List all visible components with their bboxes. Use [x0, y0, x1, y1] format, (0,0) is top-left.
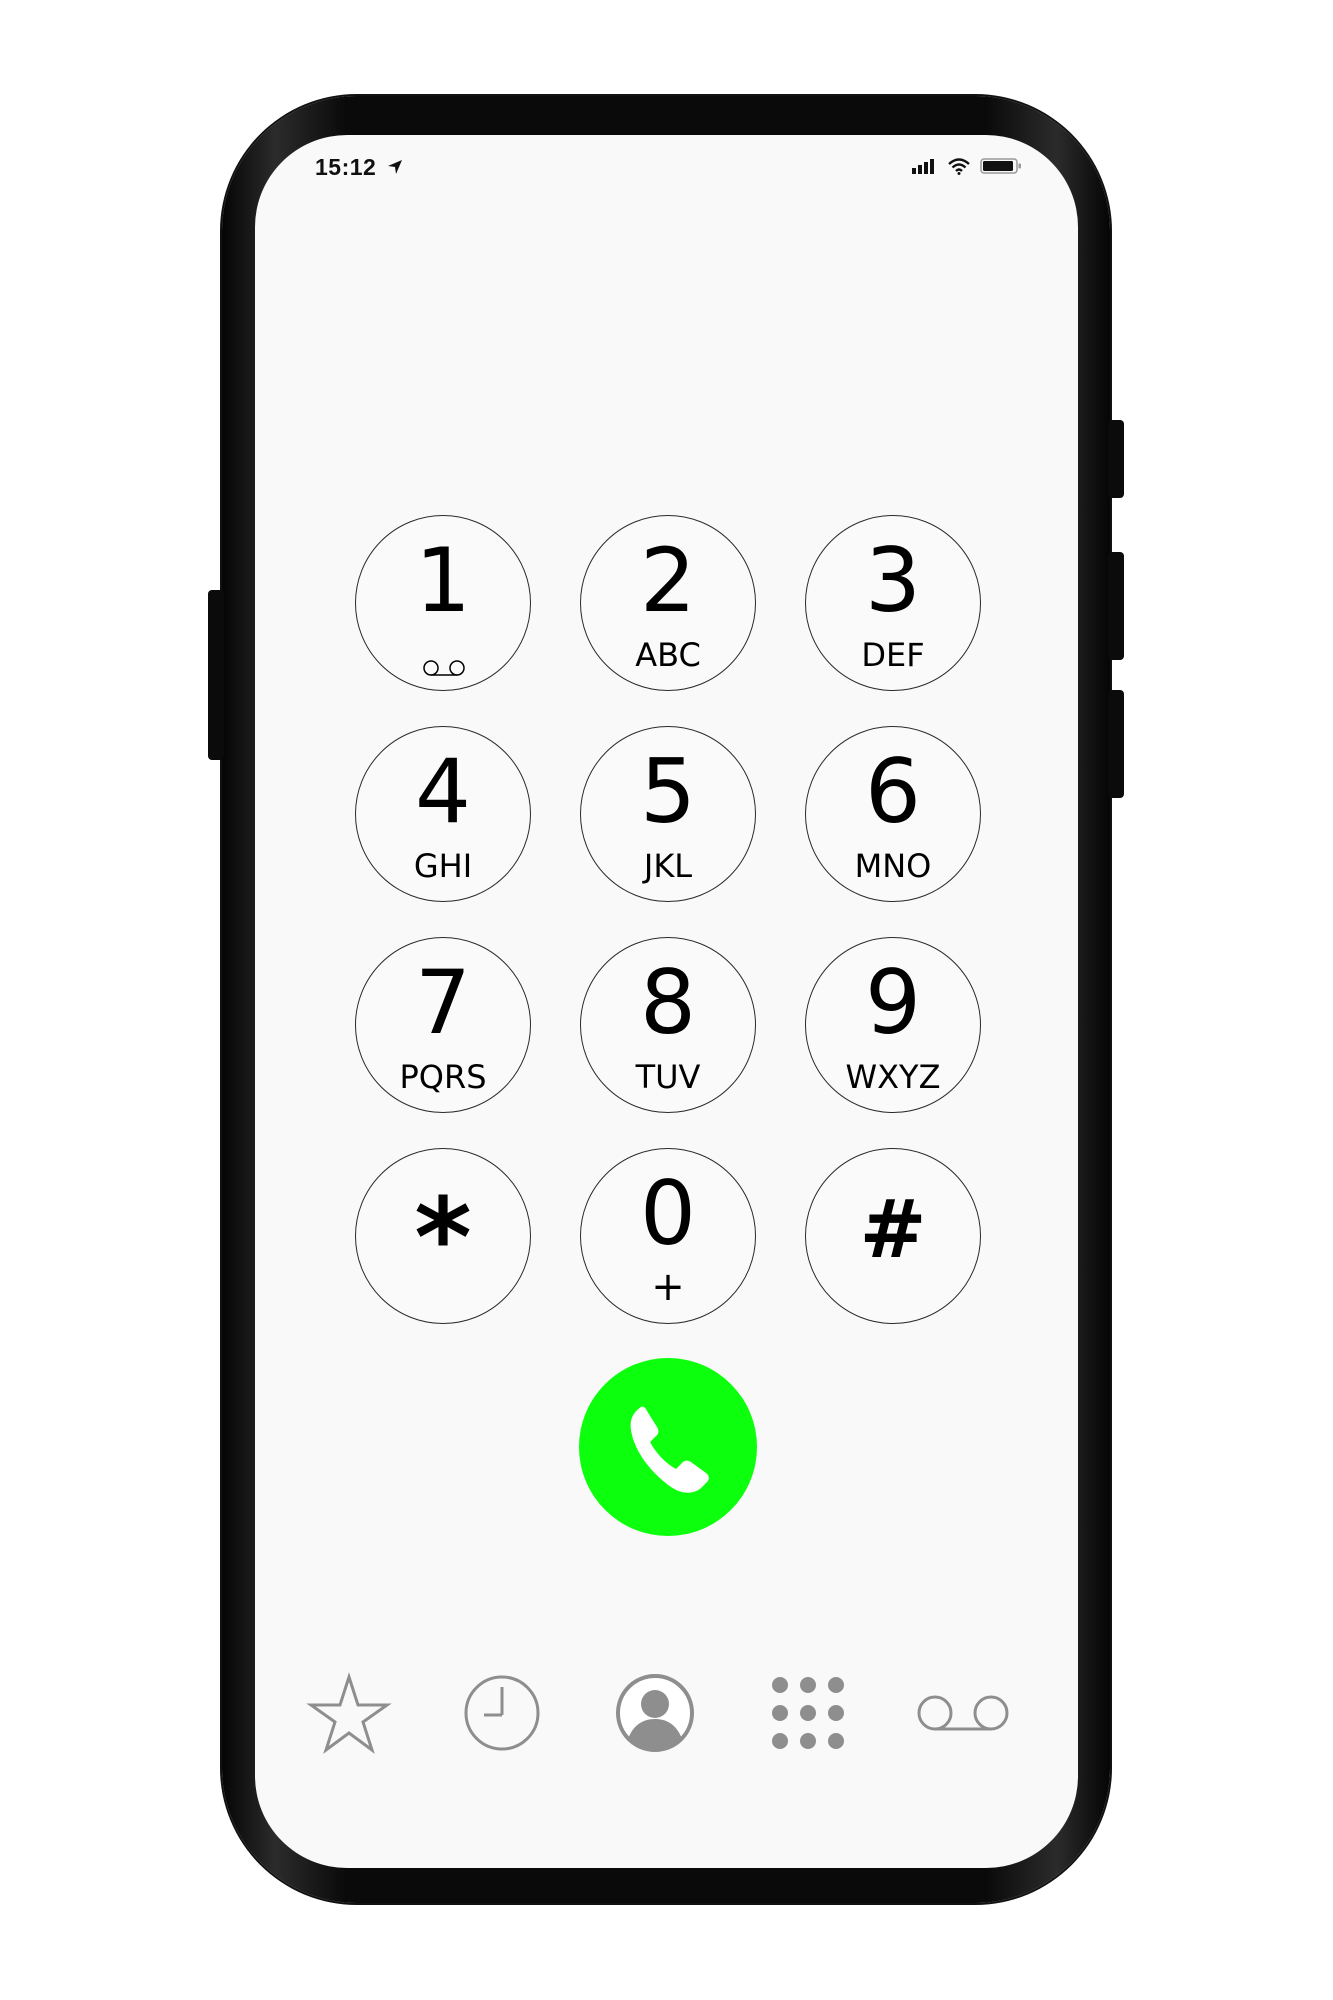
battery-icon: [980, 157, 1022, 180]
key-digit: 8: [640, 951, 696, 1054]
key-digit: 6: [865, 740, 921, 843]
key-letters: MNO: [854, 847, 932, 885]
person-icon: [616, 1674, 694, 1752]
key-letters: WXYZ: [845, 1058, 941, 1096]
key-digit: *: [414, 1174, 472, 1302]
status-time-text: 15:12: [315, 154, 377, 180]
key-digit: 0: [640, 1162, 696, 1265]
key-digit: 4: [415, 740, 471, 843]
key-letters: TUV: [635, 1058, 701, 1096]
key-digit: 2: [640, 529, 696, 632]
star-icon: [306, 1672, 392, 1754]
location-arrow-icon: [387, 159, 403, 180]
side-button-right-top: [1108, 420, 1124, 498]
key-letters: ABC: [635, 636, 701, 674]
tab-contacts[interactable]: [607, 1665, 703, 1761]
key-digit: 1: [415, 529, 471, 632]
key-hash[interactable]: #: [805, 1148, 981, 1324]
key-digit: 5: [640, 740, 696, 843]
voicemail-icon: [917, 1695, 1009, 1731]
tab-voicemail[interactable]: [913, 1665, 1013, 1761]
phone-screen: 15:12 1 2 ABC 3 DEF 4 GHI 5 JKL 6 MNO 7 …: [255, 135, 1078, 1868]
key-digit: 7: [415, 951, 471, 1054]
key-letters: DEF: [861, 636, 925, 674]
key-digit: 3: [865, 529, 921, 632]
tab-favorites[interactable]: [301, 1665, 397, 1761]
tab-keypad[interactable]: [760, 1665, 856, 1761]
side-button-left: [208, 590, 224, 760]
key-digit: #: [859, 1183, 927, 1276]
status-icons: [912, 157, 1022, 180]
key-letters: +: [651, 1264, 685, 1310]
key-7[interactable]: 7 PQRS: [355, 937, 531, 1113]
key-0[interactable]: 0 +: [580, 1148, 756, 1324]
keypad-icon: [772, 1677, 844, 1749]
key-letters: PQRS: [399, 1058, 487, 1096]
cellular-signal-icon: [912, 158, 938, 179]
key-letters: GHI: [413, 847, 473, 885]
tab-recents[interactable]: [454, 1665, 550, 1761]
side-button-right-low: [1108, 690, 1124, 798]
key-8[interactable]: 8 TUV: [580, 937, 756, 1113]
voicemail-icon: [422, 659, 466, 682]
key-digit: 9: [865, 951, 921, 1054]
key-star[interactable]: *: [355, 1148, 531, 1324]
key-3[interactable]: 3 DEF: [805, 515, 981, 691]
wifi-icon: [948, 157, 970, 180]
clock-icon: [464, 1675, 540, 1751]
status-time: 15:12: [315, 154, 403, 181]
key-2[interactable]: 2 ABC: [580, 515, 756, 691]
key-1[interactable]: 1: [355, 515, 531, 691]
key-6[interactable]: 6 MNO: [805, 726, 981, 902]
key-9[interactable]: 9 WXYZ: [805, 937, 981, 1113]
key-letters: JKL: [643, 847, 693, 885]
key-4[interactable]: 4 GHI: [355, 726, 531, 902]
phone-handset-icon: [630, 1406, 709, 1493]
call-button[interactable]: [579, 1358, 757, 1536]
side-button-right-mid: [1108, 552, 1124, 660]
key-5[interactable]: 5 JKL: [580, 726, 756, 902]
